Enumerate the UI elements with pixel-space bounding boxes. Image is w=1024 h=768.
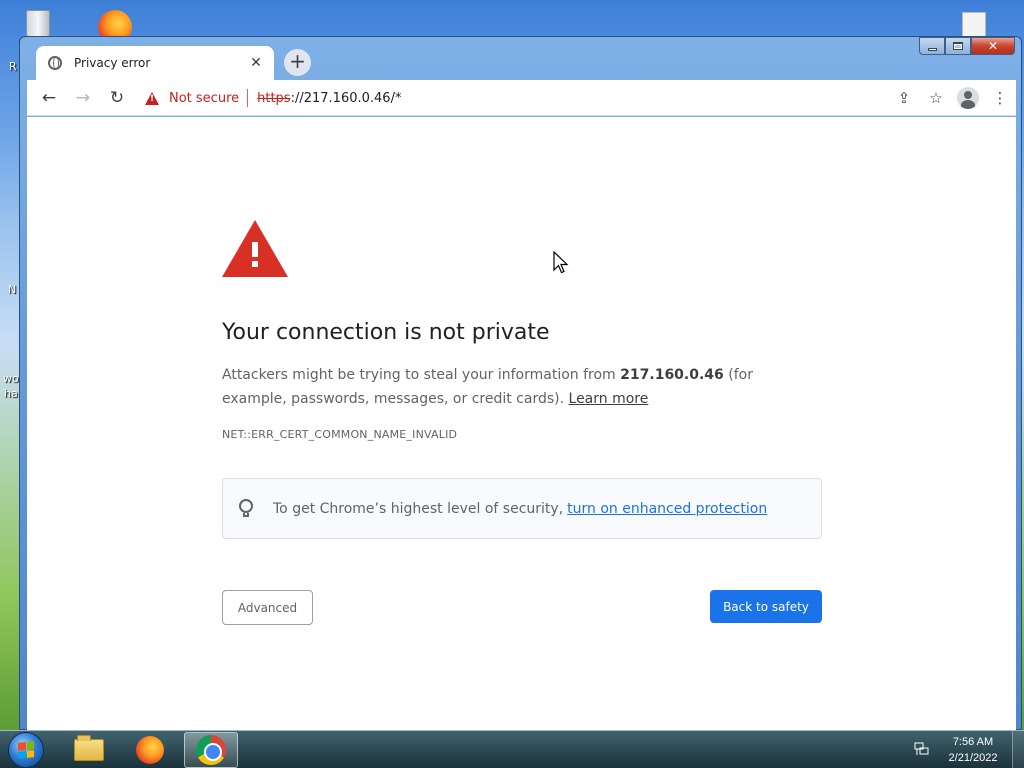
globe-icon [48, 56, 62, 70]
warning-triangle-icon[interactable] [145, 91, 159, 105]
taskbar: 7:56 AM 2/21/2022 [0, 730, 1024, 768]
enhanced-protection-box: To get Chrome’s highest level of securit… [222, 478, 822, 539]
lightbulb-icon [239, 498, 253, 519]
enhanced-protection-text: To get Chrome’s highest level of securit… [273, 500, 564, 517]
description-text: Attackers might be trying to steal your … [222, 367, 621, 383]
firefox-taskbar-button[interactable] [123, 732, 177, 768]
back-button[interactable]: ← [37, 86, 61, 110]
learn-more-link[interactable]: Learn more [569, 391, 649, 407]
firefox-icon [136, 736, 164, 764]
menu-kebab-icon[interactable]: ⋮ [984, 84, 1016, 112]
browser-toolbar: ← → ↻ Not secure https ://217.160.0.46/*… [27, 80, 1016, 116]
url-scheme: https [257, 90, 291, 106]
chrome-icon [196, 735, 226, 765]
firefox-desktop-icon[interactable] [94, 4, 138, 44]
clock-date: 2/21/2022 [948, 752, 998, 764]
profile-button[interactable] [952, 84, 984, 112]
chrome-taskbar-button[interactable] [184, 732, 238, 768]
error-exclamation-icon [251, 242, 259, 272]
avatar-icon [957, 87, 979, 109]
window-controls: ✕ [919, 37, 1015, 55]
omnibox-divider [247, 89, 249, 107]
network-icon[interactable] [914, 741, 930, 757]
back-to-safety-button[interactable]: Back to safety [710, 590, 822, 623]
folder-icon [74, 735, 104, 761]
maximize-button[interactable] [945, 37, 971, 55]
share-icon[interactable]: ⇪ [888, 84, 920, 112]
page-description: Attackers might be trying to steal your … [222, 363, 822, 411]
bookmark-star-icon[interactable]: ☆ [920, 84, 952, 112]
explorer-taskbar-button[interactable] [62, 732, 116, 768]
toolbar-actions: ⇪ ☆ ⋮ [888, 80, 1016, 116]
desktop-label-fragment: R [9, 60, 17, 73]
windows-start-icon[interactable] [8, 732, 44, 768]
browser-window: ✕ Privacy error ✕ + ← → ↻ Not secure htt… [19, 36, 1022, 730]
desktop-label-fragment: ha [4, 387, 18, 400]
enhanced-protection-link[interactable]: turn on enhanced protection [567, 501, 767, 517]
not-secure-chip[interactable]: Not secure [169, 91, 239, 106]
address-bar[interactable]: Not secure https ://217.160.0.46/* [145, 85, 885, 111]
system-clock[interactable]: 7:56 AM 2/21/2022 [940, 734, 1006, 766]
tab-title: Privacy error [74, 56, 151, 70]
host-text: 217.160.0.46 [620, 367, 724, 383]
clock-time: 7:56 AM [952, 736, 994, 748]
minimize-button[interactable] [919, 37, 945, 55]
page-heading: Your connection is not private [222, 320, 550, 345]
desktop-label-fragment: N [8, 283, 17, 296]
interstitial-page: Your connection is not private Attackers… [27, 117, 1016, 730]
error-code[interactable]: NET::ERR_CERT_COMMON_NAME_INVALID [222, 428, 457, 441]
recycle-bin-icon[interactable] [18, 4, 58, 40]
desktop-label-fragment: wo [3, 372, 19, 385]
tab-privacy-error[interactable]: Privacy error ✕ [36, 46, 274, 80]
advanced-button[interactable]: Advanced [222, 590, 313, 625]
tab-close-button[interactable]: ✕ [248, 55, 264, 71]
new-tab-button[interactable]: + [284, 49, 311, 76]
close-window-button[interactable]: ✕ [971, 37, 1015, 55]
url-text: ://217.160.0.46/* [290, 90, 402, 106]
forward-button[interactable]: → [71, 86, 95, 110]
show-desktop-button[interactable] [1012, 731, 1024, 768]
reload-button[interactable]: ↻ [105, 86, 129, 110]
